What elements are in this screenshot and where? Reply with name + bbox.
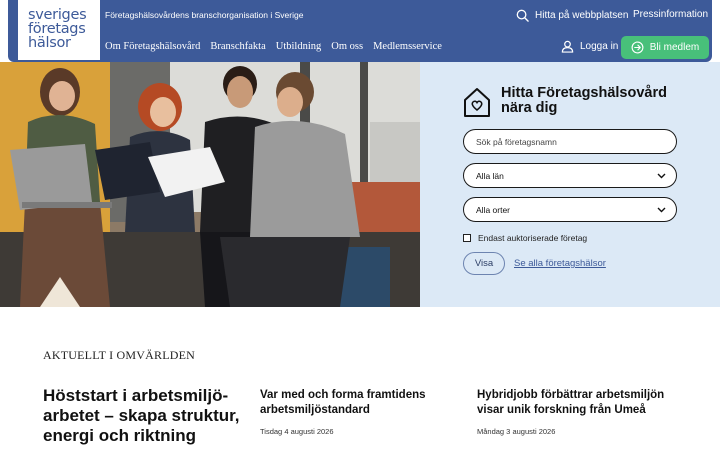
- news-item-date: Måndag 3 augusti 2026: [477, 427, 556, 436]
- nav-item-branschfakta[interactable]: Branschfakta: [210, 41, 265, 52]
- site-search-label: Hitta på webbplatsen: [535, 10, 629, 21]
- main-navigation: Om Företagshälsovård Branschfakta Utbild…: [105, 41, 442, 52]
- site-logo[interactable]: sveriges företags hälsor: [18, 0, 100, 60]
- find-title-line-1: Hitta Företagshälsovård: [501, 85, 667, 101]
- logo-line-1: sveriges: [28, 7, 87, 23]
- become-member-button[interactable]: Bli medlem: [621, 36, 709, 59]
- company-name-search-input[interactable]: Sök på företagsnamn: [463, 129, 677, 154]
- login-label: Logga in: [580, 41, 619, 52]
- chevron-down-icon: [657, 173, 666, 178]
- news-item-title[interactable]: Höststart i arbetsmiljö-arbetet – skapa …: [43, 386, 253, 446]
- become-member-label: Bli medlem: [649, 42, 700, 53]
- find-title-line-2: nära dig: [501, 100, 558, 116]
- press-info-link[interactable]: Pressinformation: [633, 9, 708, 20]
- arrow-circle-icon: [631, 41, 644, 54]
- county-select-value: Alla län: [476, 170, 504, 181]
- find-provider-panel: Hitta Företagshälsovård nära dig Sök på …: [420, 62, 720, 307]
- logo-line-2: företags: [28, 21, 86, 37]
- city-select[interactable]: Alla orter: [463, 197, 677, 222]
- site-search-link[interactable]: Hitta på webbplatsen: [516, 9, 628, 22]
- hero-photo: [0, 62, 420, 307]
- site-tagline: Företagshälsovårdens branschorganisation…: [105, 10, 304, 20]
- news-item-title[interactable]: Var med och forma framtidens arbetsmiljö…: [260, 388, 460, 418]
- site-header: sveriges företags hälsor Företagshälsovå…: [8, 0, 712, 62]
- checkbox-box[interactable]: [463, 234, 471, 242]
- nav-item-om-oss[interactable]: Om oss: [331, 41, 363, 52]
- county-select[interactable]: Alla län: [463, 163, 677, 188]
- news-item-date: Tisdag 4 augusti 2026: [260, 427, 334, 436]
- see-all-link[interactable]: Se alla företagshälsor: [514, 258, 606, 269]
- company-name-placeholder: Sök på företagsnamn: [476, 136, 557, 147]
- chevron-down-icon: [657, 207, 666, 212]
- home-heart-icon: [464, 88, 490, 117]
- city-select-value: Alla orter: [476, 204, 511, 215]
- nav-item-om-foretagshalsovard[interactable]: Om Företagshälsovård: [105, 41, 200, 52]
- user-icon: [561, 40, 574, 53]
- find-title: Hitta Företagshälsovård nära dig: [501, 86, 667, 116]
- hero-image: [0, 62, 420, 307]
- news-item-title[interactable]: Hybridjobb förbättrar arbetsmiljön visar…: [477, 388, 677, 418]
- authorized-only-label: Endast auktoriserade företag: [478, 233, 588, 243]
- authorized-only-checkbox[interactable]: Endast auktoriserade företag: [463, 233, 587, 243]
- login-link[interactable]: Logga in: [561, 40, 618, 53]
- nav-item-utbildning[interactable]: Utbildning: [276, 41, 322, 52]
- news-section-heading: AKTUELLT I OMVÄRLDEN: [43, 348, 195, 362]
- search-icon: [516, 9, 529, 22]
- logo-line-3: hälsor: [28, 35, 71, 51]
- show-button[interactable]: Visa: [463, 252, 505, 275]
- nav-item-medlemsservice[interactable]: Medlemsservice: [373, 41, 442, 52]
